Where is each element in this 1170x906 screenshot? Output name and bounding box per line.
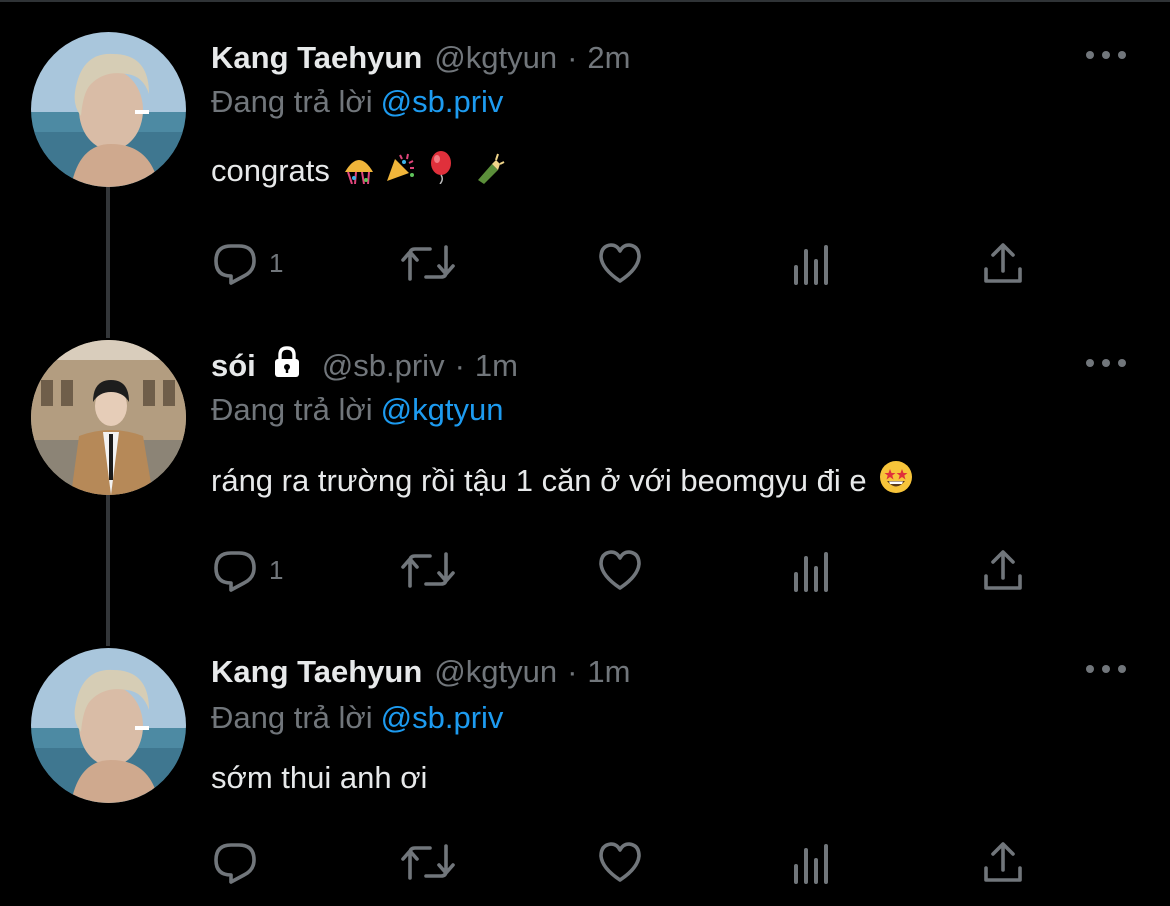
user-handle[interactable]: @sb.priv (322, 348, 445, 384)
confetti-ball-icon (342, 150, 376, 192)
retweet-button[interactable] (399, 546, 457, 594)
tweet-text-row: congrats (211, 150, 506, 192)
tweet-text-row: sớm thui anh ơi (211, 760, 427, 796)
separator-dot: · (567, 40, 578, 75)
champagne-bottle-icon (472, 150, 506, 192)
heart-icon (596, 838, 644, 886)
views-button[interactable] (791, 239, 835, 287)
tweet-actions: 1 (211, 239, 1041, 287)
user-handle[interactable]: @kgtyun (434, 40, 557, 76)
replying-to: Đang trả lời @sb.priv (211, 84, 503, 120)
tweet-actions (211, 838, 1041, 886)
like-button[interactable] (596, 546, 644, 594)
share-icon (981, 546, 1025, 594)
tweet-text: ráng ra trường rồi tậu 1 căn ở với beomg… (211, 463, 867, 498)
share-icon (981, 239, 1025, 287)
more-dots-icon[interactable] (1086, 42, 1126, 68)
tweet[interactable]: Kang Taehyun @kgtyun · 1m Đang trả lời @s… (0, 648, 1170, 906)
heart-icon (596, 546, 644, 594)
share-icon (981, 838, 1025, 886)
tweet-header: Kang Taehyun @kgtyun · 1m (211, 650, 631, 694)
user-handle[interactable]: @kgtyun (434, 654, 557, 690)
display-name[interactable]: Kang Taehyun (211, 654, 422, 690)
separator-dot: · (454, 348, 465, 383)
reply-prefix: Đang trả lời (211, 392, 373, 427)
reply-mention[interactable]: @kgtyun (381, 392, 504, 427)
share-button[interactable] (981, 239, 1025, 287)
top-divider (0, 0, 1170, 2)
tweet-header: Kang Taehyun @kgtyun · 2m (211, 36, 631, 80)
retweet-icon (399, 838, 457, 886)
share-button[interactable] (981, 838, 1025, 886)
reply-bubble-icon (211, 838, 259, 886)
star-struck-face-icon (879, 460, 913, 502)
timestamp[interactable]: 1m (475, 348, 518, 384)
replying-to: Đang trả lời @kgtyun (211, 392, 503, 428)
avatar[interactable] (31, 32, 186, 187)
reply-count: 1 (269, 247, 284, 278)
share-button[interactable] (981, 546, 1025, 594)
party-popper-icon (384, 150, 418, 192)
avatar[interactable] (31, 648, 186, 803)
like-button[interactable] (596, 239, 644, 287)
reply-bubble-icon (211, 239, 259, 287)
reply-button[interactable] (211, 838, 259, 886)
analytics-icon (791, 239, 835, 287)
lock-icon (270, 345, 304, 387)
display-name[interactable]: Kang Taehyun (211, 40, 422, 76)
reply-prefix: Đang trả lời (211, 84, 373, 119)
reply-bubble-icon (211, 546, 259, 594)
replying-to: Đang trả lời @sb.priv (211, 700, 503, 736)
views-button[interactable] (791, 838, 835, 886)
like-button[interactable] (596, 838, 644, 886)
reply-prefix: Đang trả lời (211, 700, 373, 735)
tweet-text-row: ráng ra trường rồi tậu 1 căn ở với beomg… (211, 460, 913, 502)
tweet-text: congrats (211, 153, 330, 188)
timestamp[interactable]: 2m (587, 40, 630, 76)
more-dots-icon[interactable] (1086, 350, 1126, 376)
retweet-button[interactable] (399, 838, 457, 886)
reply-button[interactable]: 1 (211, 239, 283, 287)
balloon-icon (426, 150, 460, 192)
analytics-icon (791, 546, 835, 594)
reply-mention[interactable]: @sb.priv (381, 84, 504, 119)
reply-count: 1 (269, 554, 284, 585)
reply-button[interactable]: 1 (211, 546, 283, 594)
timestamp[interactable]: 1m (587, 654, 630, 690)
reply-mention[interactable]: @sb.priv (381, 700, 504, 735)
analytics-icon (791, 838, 835, 886)
retweet-icon (399, 546, 457, 594)
display-name[interactable]: sói (211, 348, 256, 384)
retweet-icon (399, 239, 457, 287)
separator-dot: · (567, 654, 578, 689)
tweet[interactable]: Kang Taehyun @kgtyun · 2m Đang trả lời @s… (0, 32, 1170, 292)
tweet-actions: 1 (211, 546, 1041, 594)
tweet-text: sớm thui anh ơi (211, 760, 428, 795)
heart-icon (596, 239, 644, 287)
views-button[interactable] (791, 546, 835, 594)
tweet-header: sói @sb.priv · 1m (211, 344, 518, 388)
tweet[interactable]: sói @sb.priv · 1m Đang trả lời @kgtyun rá… (0, 340, 1170, 610)
avatar[interactable] (31, 340, 186, 495)
retweet-button[interactable] (399, 239, 457, 287)
more-dots-icon[interactable] (1086, 656, 1126, 682)
